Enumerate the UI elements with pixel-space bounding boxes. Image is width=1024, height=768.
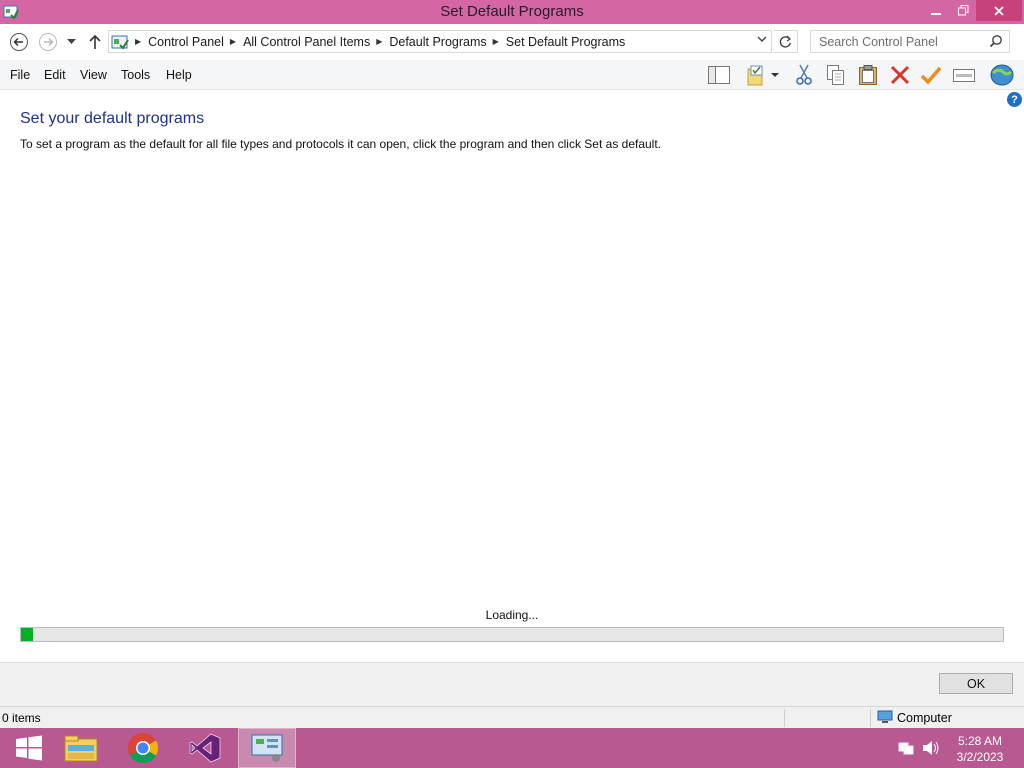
loading-progress-bar [20, 627, 1004, 642]
globe-icon[interactable] [989, 63, 1015, 87]
status-divider [870, 709, 871, 727]
menu-file[interactable]: File [10, 68, 30, 82]
checkmark-icon[interactable] [918, 63, 944, 87]
page-title: Set your default programs [20, 110, 205, 127]
dialog-footer [0, 662, 1024, 706]
breadcrumb-all-control-panel-items[interactable]: All Control Panel Items [243, 35, 370, 49]
status-bar: 0 items Computer [0, 706, 1024, 728]
refresh-button[interactable] [774, 30, 798, 53]
delete-icon[interactable] [887, 63, 913, 87]
back-button[interactable] [8, 31, 30, 53]
visual-studio-icon[interactable] [176, 728, 234, 768]
windows-start-icon[interactable] [0, 728, 58, 768]
control-panel-taskbar-icon[interactable] [238, 728, 296, 768]
help-icon[interactable]: ? [1007, 92, 1022, 107]
recent-locations-dropdown[interactable] [62, 31, 80, 53]
paste-icon[interactable] [855, 63, 881, 87]
breadcrumb-control-panel[interactable]: Control Panel [148, 35, 224, 49]
menu-help[interactable]: Help [166, 68, 192, 82]
progress-fill [21, 628, 33, 641]
navigation-bar: ▶ Control Panel ▶ All Control Panel Item… [0, 24, 1024, 60]
folder-options-dropdown[interactable] [768, 63, 782, 87]
address-history-chevron-icon[interactable] [757, 35, 767, 46]
menu-view[interactable]: View [80, 68, 107, 82]
breadcrumb-set-default-programs[interactable]: Set Default Programs [506, 35, 626, 49]
menu-edit[interactable]: Edit [44, 68, 66, 82]
cut-icon[interactable] [791, 63, 817, 87]
page-description: To set a program as the default for all … [20, 137, 662, 151]
layout-pane-icon[interactable] [706, 63, 732, 87]
file-explorer-icon[interactable] [52, 728, 110, 768]
search-icon[interactable] [989, 34, 1003, 51]
volume-icon[interactable] [922, 740, 940, 759]
close-button[interactable] [976, 0, 1022, 21]
computer-icon [877, 710, 893, 727]
clock-date: 3/2/2023 [956, 750, 1004, 764]
loading-text: Loading... [485, 608, 539, 622]
breadcrumb-default-programs[interactable]: Default Programs [389, 35, 486, 49]
network-icon[interactable] [898, 740, 914, 759]
search-box[interactable] [810, 30, 1010, 53]
restore-button[interactable] [950, 0, 976, 21]
breadcrumb-separator-icon[interactable]: ▶ [230, 37, 236, 46]
up-button[interactable] [84, 31, 106, 53]
forward-button[interactable] [37, 31, 59, 53]
clock-time: 5:28 AM [957, 734, 1003, 748]
title-bar: Set Default Programs [0, 0, 1024, 24]
breadcrumb-separator-icon[interactable]: ▶ [376, 37, 382, 46]
breadcrumb-separator-icon[interactable]: ▶ [135, 37, 141, 46]
window-title: Set Default Programs [440, 3, 584, 20]
folder-options-icon[interactable] [744, 63, 770, 87]
item-count: 0 items [2, 711, 41, 725]
breadcrumb-separator-icon[interactable]: ▶ [493, 37, 499, 46]
menu-tools[interactable]: Tools [121, 68, 150, 82]
control-panel-icon [111, 34, 129, 50]
menu-bar: File Edit View Tools Help [0, 60, 1024, 90]
ok-button[interactable]: OK [939, 673, 1013, 694]
copy-icon[interactable] [823, 63, 849, 87]
zone-label: Computer [897, 711, 952, 725]
status-divider [784, 709, 785, 727]
taskbar: 5:28 AM 3/2/2023 [0, 728, 1024, 768]
search-input[interactable] [811, 31, 981, 52]
chrome-icon[interactable] [114, 728, 172, 768]
system-clock[interactable]: 5:28 AM 3/2/2023 [950, 733, 1010, 765]
properties-icon[interactable] [951, 63, 977, 87]
address-bar[interactable]: ▶ Control Panel ▶ All Control Panel Item… [108, 30, 772, 53]
minimize-button[interactable] [922, 0, 950, 21]
